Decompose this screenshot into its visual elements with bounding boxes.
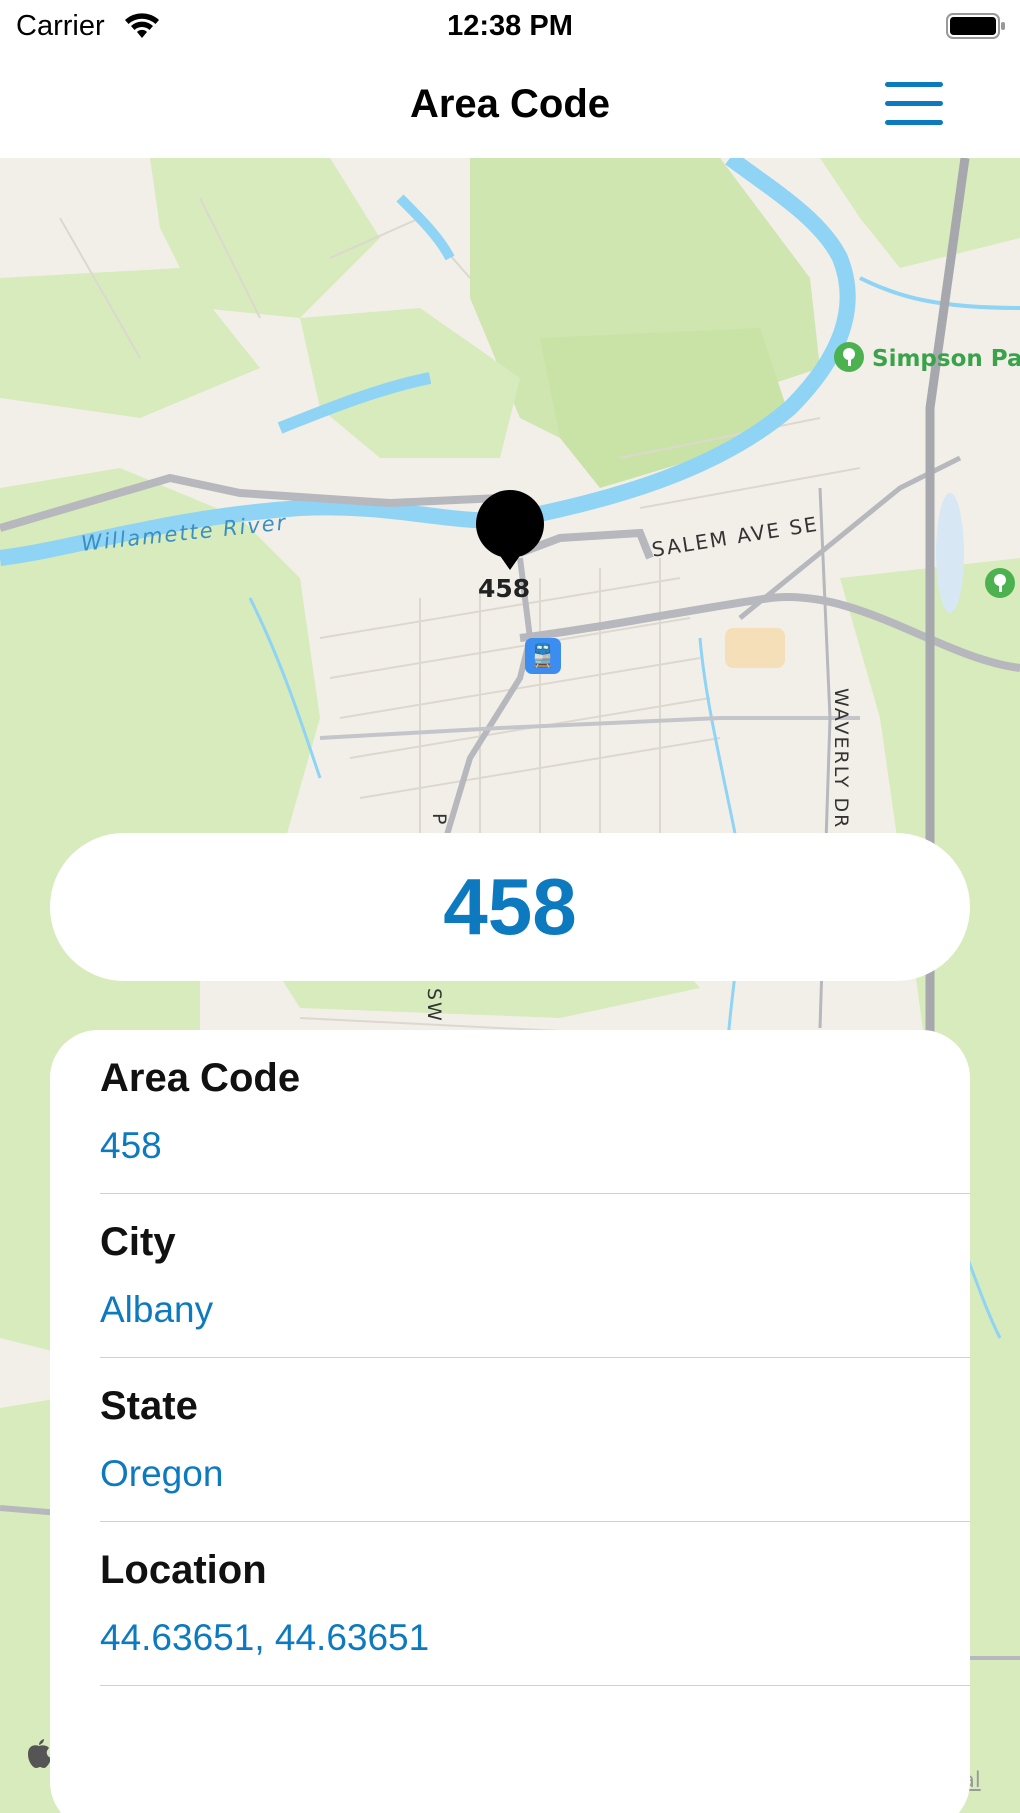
navigation-bar: Area Code [0, 52, 1020, 158]
street-label-sw: SW [423, 988, 445, 1023]
park-icon [834, 342, 864, 372]
map-pin-icon[interactable] [474, 488, 546, 578]
detail-label: Area Code [100, 1056, 301, 1100]
detail-value: 458 [100, 1125, 162, 1166]
status-bar: Carrier 12:38 PM [0, 0, 1020, 52]
page-title: Area Code [409, 82, 611, 126]
hamburger-menu-icon[interactable] [880, 74, 948, 134]
area-code-banner: 458 [50, 833, 970, 981]
detail-row-state[interactable]: State Oregon [100, 1358, 970, 1522]
area-code-banner-value: 458 [443, 862, 577, 951]
details-card: Area Code 458 City Albany State Oregon L… [50, 1030, 970, 1813]
detail-row-city[interactable]: City Albany [100, 1194, 970, 1358]
clock: 12:38 PM [447, 10, 573, 42]
detail-value: Oregon [100, 1453, 224, 1494]
detail-row-area-code[interactable]: Area Code 458 [100, 1030, 970, 1194]
detail-value: 44.63651, 44.63651 [100, 1617, 430, 1658]
detail-label: City [100, 1220, 176, 1264]
detail-row-location[interactable]: Location 44.63651, 44.63651 [100, 1522, 970, 1686]
detail-label: Location [100, 1548, 267, 1592]
pin-label: 458 [478, 574, 531, 603]
detail-value: Albany [100, 1289, 214, 1330]
detail-label: State [100, 1384, 198, 1428]
park-label[interactable]: Simpson Par [872, 346, 1020, 372]
battery-icon [946, 13, 1005, 39]
train-station-icon[interactable]: 🚆 [525, 638, 561, 674]
street-label-waverly: WAVERLY DR [830, 688, 852, 830]
park-icon [985, 568, 1015, 598]
street-label-p: P [428, 813, 450, 825]
